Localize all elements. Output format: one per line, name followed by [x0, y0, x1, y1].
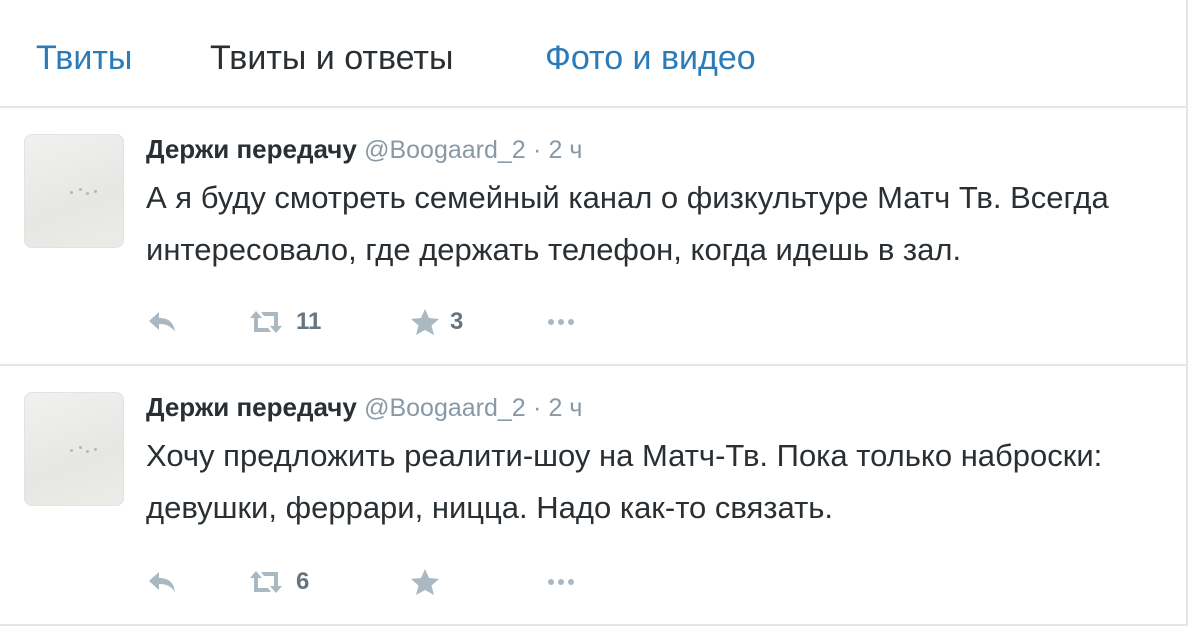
reply-button[interactable]: [146, 562, 178, 602]
author-handle[interactable]: @Boogaard_2: [364, 394, 526, 422]
tweet-text: Хочу предложить реалити-шоу на Матч-Тв. …: [146, 438, 1103, 525]
retweet-count: 6: [296, 568, 310, 595]
avatar[interactable]: [24, 392, 124, 506]
star-icon: [410, 308, 440, 336]
reply-button[interactable]: [146, 302, 178, 342]
author-name[interactable]: Держи передачу: [146, 134, 357, 164]
profile-tabs: Твиты Твиты и ответы Фото и видео: [0, 0, 1188, 108]
tweet[interactable]: Держи передачу @Boogaard_2 · 2 ч А я буд…: [0, 108, 1188, 366]
tab-tweets[interactable]: Твиты: [36, 38, 132, 78]
favorite-count: 3: [450, 308, 464, 335]
tweet-timestamp[interactable]: 2 ч: [549, 394, 583, 422]
tweet[interactable]: Держи передачу @Boogaard_2 · 2 ч Хочу пр…: [0, 366, 1188, 628]
more-button[interactable]: [546, 562, 576, 602]
tab-photos-and-videos[interactable]: Фото и видео: [545, 38, 756, 78]
retweet-button[interactable]: 6: [246, 562, 309, 602]
more-button[interactable]: [546, 302, 576, 342]
timeline-frame: Твиты Твиты и ответы Фото и видео Держи …: [0, 0, 1188, 626]
more-icon: [546, 316, 576, 328]
separator: ·: [532, 394, 542, 422]
tweet-header: Держи передачу @Boogaard_2 · 2 ч: [146, 390, 582, 425]
separator: ·: [532, 136, 542, 164]
tweet-timestamp[interactable]: 2 ч: [549, 136, 583, 164]
tweet-header: Держи передачу @Boogaard_2 · 2 ч: [146, 132, 582, 167]
more-icon: [546, 576, 576, 588]
tweet-text: А я буду смотреть семейный канал о физку…: [146, 180, 1109, 267]
reply-icon: [146, 568, 178, 596]
favorite-button[interactable]: [410, 562, 450, 602]
reply-icon: [146, 308, 178, 336]
avatar[interactable]: [24, 134, 124, 248]
author-name[interactable]: Держи передачу: [146, 392, 357, 422]
retweet-icon: [246, 308, 286, 336]
retweet-count: 11: [296, 308, 322, 335]
favorite-button[interactable]: 3: [410, 302, 463, 342]
tab-tweets-and-replies[interactable]: Твиты и ответы: [210, 38, 453, 78]
retweet-button[interactable]: 11: [246, 302, 321, 342]
author-handle[interactable]: @Boogaard_2: [364, 136, 526, 164]
star-icon: [410, 568, 440, 596]
retweet-icon: [246, 568, 286, 596]
